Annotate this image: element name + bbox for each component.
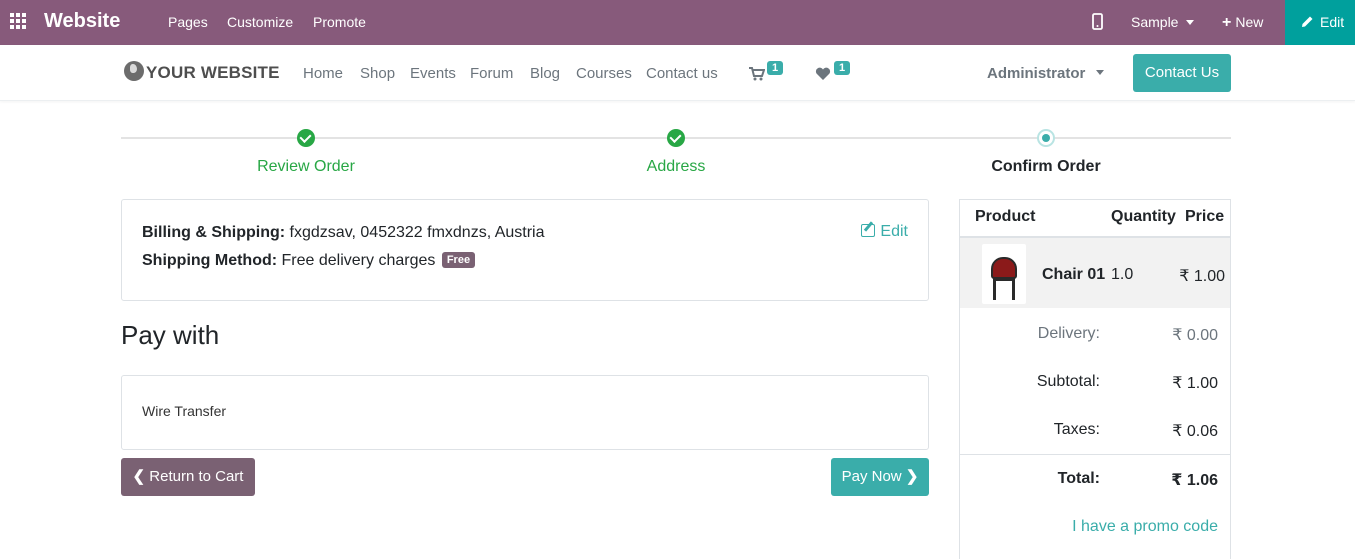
pencil-icon [1301, 15, 1314, 31]
product-thumbnail[interactable] [982, 244, 1026, 304]
shipping-value: Free delivery charges [281, 252, 436, 269]
nav-forum[interactable]: Forum [470, 65, 513, 82]
admin-bar: Website Pages Customize Promote Sample +… [0, 0, 1355, 45]
heart-icon[interactable] [815, 67, 831, 84]
return-to-cart-label: Return to Cart [149, 468, 244, 485]
shipping-line: Shipping Method: Free delivery charges F… [142, 252, 476, 270]
subtotal-value: ₹ 1.00 [1172, 375, 1218, 392]
edit-label: Edit [1320, 14, 1345, 30]
product-price: ₹ 1.00 [1179, 268, 1225, 285]
subtotal-label: Subtotal: [1036, 373, 1100, 390]
free-badge: Free [441, 252, 476, 268]
nav-shop[interactable]: Shop [360, 65, 395, 82]
col-product: Product [975, 208, 1036, 225]
pay-now-label: Pay Now [841, 468, 902, 485]
total-label: Total: [1057, 470, 1100, 487]
edit-address-label: Edit [880, 223, 908, 240]
edit-icon [861, 224, 876, 237]
total-value: ₹ 1.06 [1171, 472, 1218, 489]
pay-with-title: Pay with [121, 320, 220, 350]
app-brand[interactable]: Website [44, 10, 120, 33]
caret-down-icon [1095, 70, 1104, 75]
product-qty: 1.0 [1111, 266, 1134, 283]
user-name: Administrator [987, 65, 1086, 82]
col-price: Price [1185, 208, 1225, 225]
col-quantity: Quantity [1111, 208, 1176, 225]
step-address[interactable]: Address [576, 158, 776, 176]
nav-courses[interactable]: Courses [576, 65, 632, 82]
billing-shipping-card: Billing & Shipping: fxgdzsav, 0452322 fm… [121, 199, 929, 301]
menu-pages[interactable]: Pages [168, 14, 208, 30]
payment-method-card[interactable]: Wire Transfer [121, 375, 929, 450]
step-review-order[interactable]: Review Order [206, 158, 406, 176]
divider [960, 454, 1230, 455]
step-confirm-order: Confirm Order [991, 158, 1101, 175]
globe-icon [124, 61, 144, 81]
new-label: New [1235, 14, 1264, 30]
sample-dropdown[interactable]: Sample [1131, 14, 1195, 30]
mobile-icon[interactable] [1092, 13, 1103, 33]
step-done-check-icon [297, 129, 315, 147]
site-logo[interactable]: YOUR WEBSITE [124, 61, 280, 83]
pay-now-button[interactable]: Pay Now ❯ [831, 458, 929, 496]
product-name[interactable]: Chair 01 [1042, 266, 1105, 284]
wishlist-count-badge: 1 [834, 61, 851, 75]
return-to-cart-button[interactable]: ❮ Return to Cart [121, 458, 255, 496]
edit-address-link[interactable]: Edit [861, 223, 908, 241]
nav-contact[interactable]: Contact us [646, 65, 718, 82]
user-menu[interactable]: Administrator [987, 65, 1104, 82]
nav-blog[interactable]: Blog [530, 65, 560, 82]
chevron-left-icon: ❮ [132, 468, 146, 485]
shipping-label: Shipping Method: [142, 252, 278, 269]
order-summary: Product Quantity Price Chair 01 1.0 ₹ 1.… [959, 199, 1231, 559]
menu-promote[interactable]: Promote [313, 14, 366, 30]
chevron-right-icon: ❯ [905, 468, 919, 485]
taxes-label: Taxes: [1053, 421, 1100, 438]
website-navbar: YOUR WEBSITE Home Shop Events Forum Blog… [0, 45, 1355, 101]
contact-us-button[interactable]: Contact Us [1133, 54, 1231, 92]
billing-line: Billing & Shipping: fxgdzsav, 0452322 fm… [142, 224, 545, 242]
site-logo-text: YOUR WEBSITE [146, 63, 280, 82]
plus-icon: + [1222, 14, 1232, 31]
step-current-icon [1037, 129, 1055, 147]
delivery-label: Delivery: [1037, 325, 1100, 342]
delivery-value: ₹ 0.00 [1172, 327, 1218, 344]
cart-count-badge: 1 [767, 61, 784, 75]
taxes-value: ₹ 0.06 [1172, 423, 1218, 440]
billing-label: Billing & Shipping: [142, 224, 286, 241]
nav-home[interactable]: Home [303, 65, 343, 82]
table-row: Chair 01 1.0 ₹ 1.00 [960, 236, 1230, 308]
new-button[interactable]: + New [1222, 14, 1263, 32]
sample-label: Sample [1131, 14, 1179, 30]
billing-value: fxgdzsav, 0452322 fmxdnzs, Austria [289, 224, 545, 241]
payment-method-wire-transfer[interactable]: Wire Transfer [142, 403, 226, 419]
edit-button[interactable]: Edit [1285, 0, 1355, 45]
step-done-check-icon [667, 129, 685, 147]
apps-grid-icon[interactable] [10, 13, 28, 31]
caret-down-icon [1186, 20, 1195, 25]
promo-code-link[interactable]: I have a promo code [1072, 518, 1218, 536]
menu-customize[interactable]: Customize [227, 14, 293, 30]
cart-icon[interactable] [749, 67, 766, 84]
nav-events[interactable]: Events [410, 65, 456, 82]
